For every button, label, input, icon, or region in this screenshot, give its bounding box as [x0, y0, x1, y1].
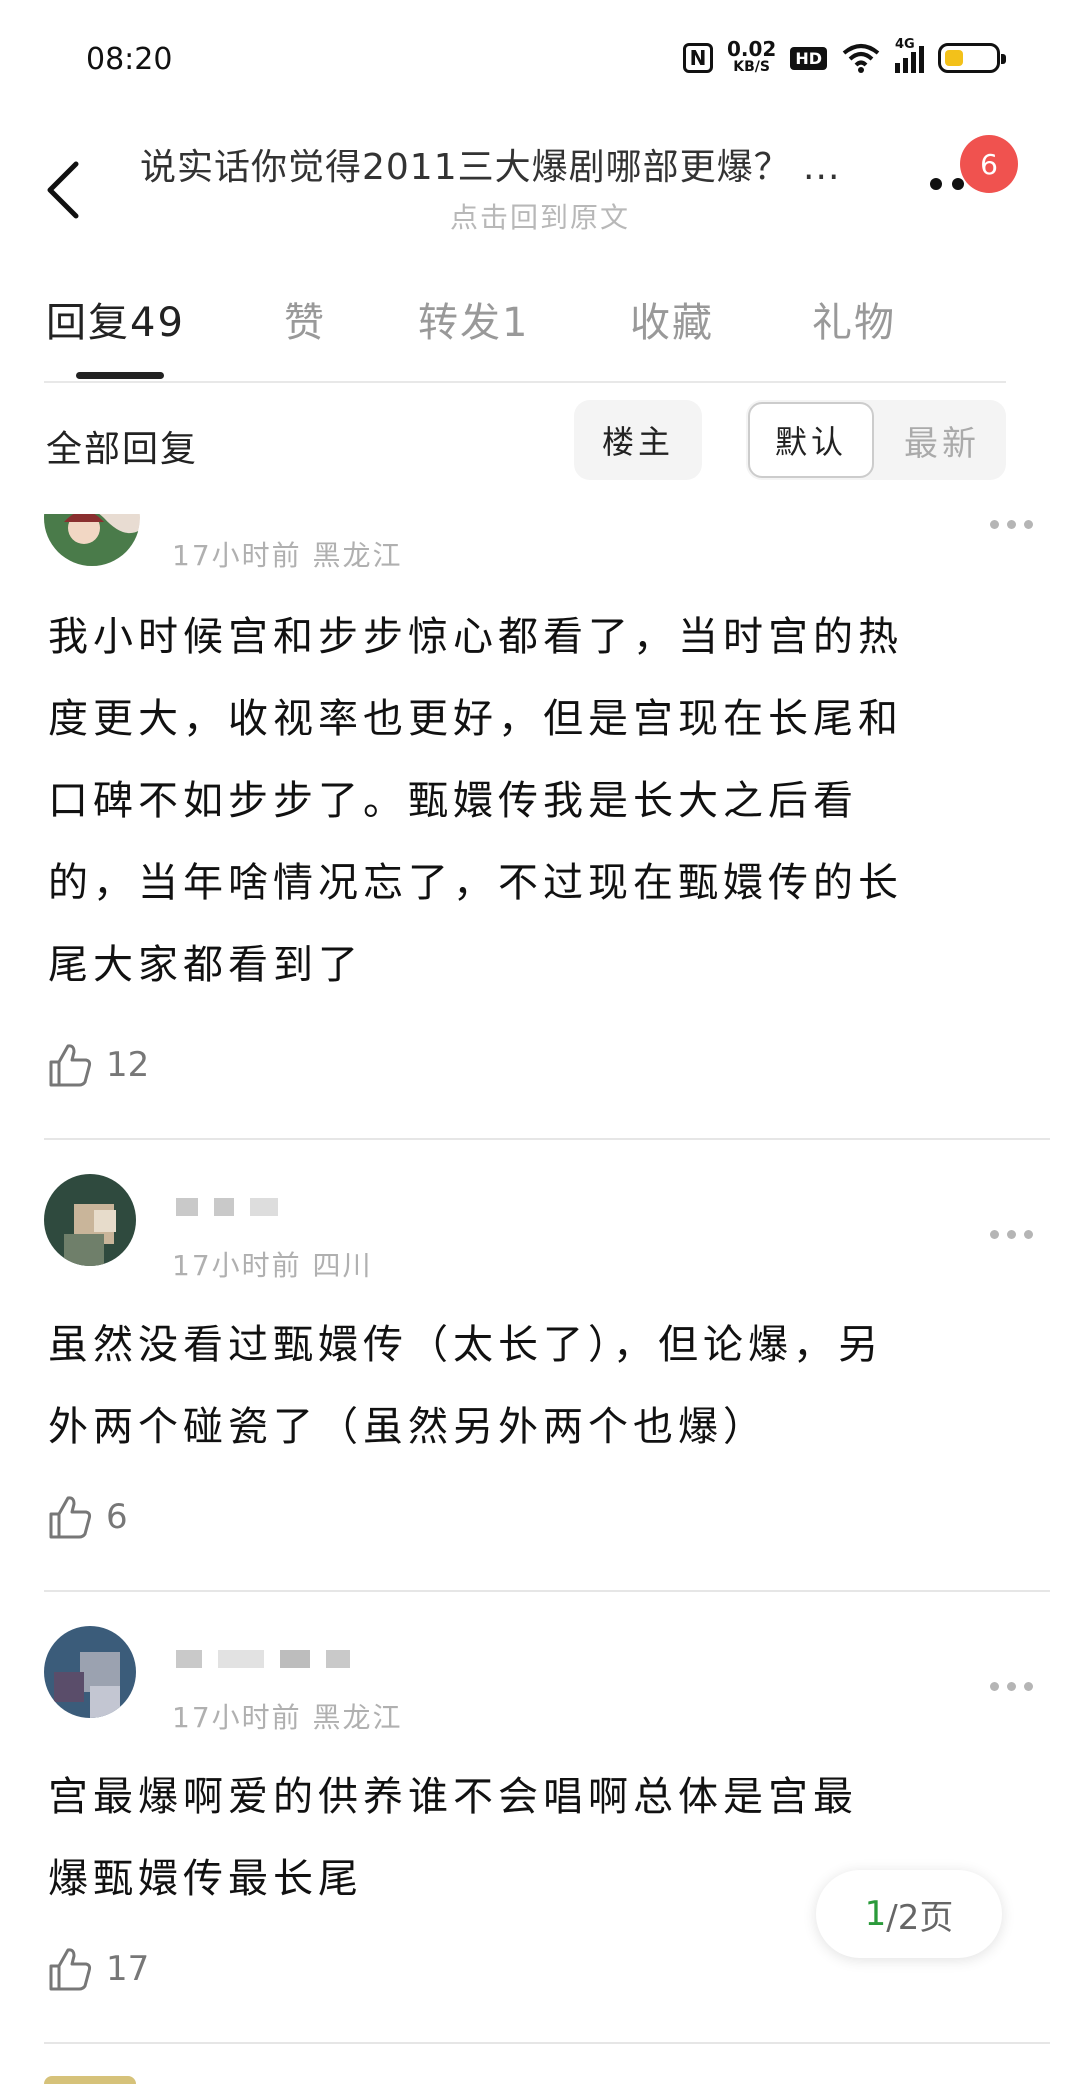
comment-body: 虽然没看过甄嬛传（太长了），但论爆，另 外两个碰瓷了（虽然另外两个也爆） [48, 1304, 1008, 1468]
tab-reposts[interactable]: 转发1 [418, 290, 630, 348]
network-speed: 0.02 KB/S [726, 37, 777, 76]
username-blurred [176, 1198, 278, 1216]
comment-meta: 17小时前 黑龙江 [172, 539, 403, 572]
thumbs-up-icon [49, 1948, 92, 1991]
signal-icon: 4G [895, 37, 924, 73]
avatar[interactable] [44, 2076, 136, 2084]
tab-likes[interactable]: 赞 [284, 290, 418, 348]
back-to-post-link[interactable]: 点击回到原文 [0, 196, 1080, 236]
current-page: 1 [864, 1894, 887, 1934]
sort-default-button[interactable]: 默认 [748, 402, 874, 478]
comment-body: 我小时候宫和步步惊心都看了，当时宫的热 度更大，收视率也更好，但是宫现在长尾和 … [48, 596, 1008, 1006]
like-count: 6 [106, 1497, 128, 1537]
active-tab-indicator [76, 372, 164, 379]
like-count: 17 [106, 1949, 150, 1989]
all-replies-label: 全部回复 [46, 429, 199, 470]
like-button[interactable]: 6 [48, 1494, 128, 1540]
like-count: 12 [106, 1045, 150, 1085]
page-indicator[interactable]: 1 /2页 [816, 1870, 1002, 1958]
more-icon[interactable] [990, 1230, 1033, 1239]
more-icon[interactable] [990, 1682, 1033, 1691]
sort-newest-button[interactable]: 最新 [880, 402, 1004, 478]
more-icon[interactable] [930, 178, 964, 190]
total-pages: /2页 [886, 1897, 954, 1938]
comment-line: 我小时候宫和步步惊心都看了，当时宫的热 [48, 614, 903, 660]
status-icons: N 0.02 KB/S HD 4G [682, 37, 1006, 76]
comment-line: 尾大家都看到了 [48, 942, 363, 988]
divider [44, 381, 1006, 383]
comment-line: 度更大，收视率也更好，但是宫现在长尾和 [48, 696, 903, 742]
tab-replies[interactable]: 回复49 [46, 290, 284, 348]
divider [44, 1590, 1050, 1592]
more-icon[interactable] [990, 520, 1033, 529]
tab-gifts[interactable]: 礼物 [812, 290, 896, 348]
nfc-icon: N [682, 43, 713, 73]
status-time: 08:20 [86, 42, 173, 77]
comment-line: 的，当年啥情况忘了，不过现在甄嬛传的长 [48, 860, 903, 906]
battery-icon [938, 43, 1006, 73]
username-blurred [176, 1650, 350, 1668]
post-title[interactable]: 说实话你觉得2011三大爆剧哪部更爆？ ... [140, 138, 920, 190]
comment-line: 口碑不如步步了。甄嬛传我是长大之后看 [48, 778, 858, 824]
thumbs-up-icon [49, 1496, 92, 1539]
op-only-button[interactable]: 楼主 [574, 400, 702, 480]
comment-meta: 17小时前 四川 [172, 1249, 373, 1282]
comment-line: 外两个碰瓷了（虽然另外两个也爆） [48, 1404, 768, 1450]
like-button[interactable]: 12 [48, 1042, 149, 1088]
network-type: 4G [895, 37, 915, 52]
avatar[interactable] [44, 514, 140, 566]
avatar[interactable] [44, 1174, 136, 1266]
comment-line: 宫最爆啊爱的供养谁不会唱啊总体是宫最 [48, 1774, 858, 1820]
tab-favorites[interactable]: 收藏 [630, 290, 812, 348]
hd-icon: HD [790, 46, 827, 70]
like-button[interactable]: 17 [48, 1946, 149, 1992]
comment-meta: 17小时前 黑龙江 [172, 1701, 403, 1734]
divider [44, 1138, 1050, 1140]
tab-bar: 回复49 赞 转发1 收藏 礼物 [46, 290, 896, 348]
comment-line: 虽然没看过甄嬛传（太长了），但论爆，另 [48, 1322, 883, 1368]
speed-value: 0.02 [726, 37, 777, 61]
wifi-icon [842, 44, 880, 73]
thumbs-up-icon [49, 1044, 92, 1087]
avatar[interactable] [44, 1626, 136, 1718]
divider [44, 2042, 1050, 2044]
notification-badge[interactable]: 6 [960, 135, 1018, 193]
speed-unit: KB/S [733, 59, 770, 75]
